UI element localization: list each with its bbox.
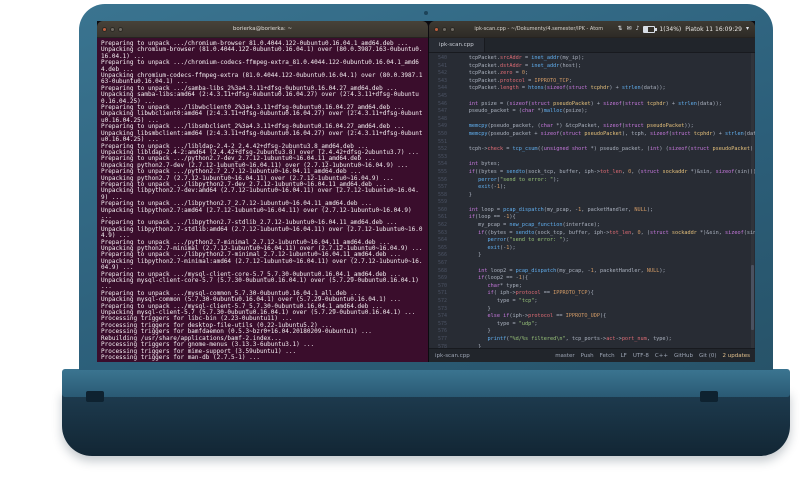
laptop-lid: borierka@borierka: ~ Preparing to unpack… <box>79 4 773 370</box>
laptop-foot-right <box>700 391 718 402</box>
terminal-body[interactable]: Preparing to unpack .../chromium-browser… <box>97 38 428 362</box>
battery-label[interactable]: 1(34%) <box>659 26 681 33</box>
terminal-window-buttons <box>97 26 128 32</box>
terminal-titlebar[interactable]: borierka@borierka: ~ <box>97 21 428 38</box>
editor[interactable]: 540 541 542 543 544 545 546 547 548 549 550 551 552 5… <box>429 53 755 348</box>
laptop-screen: borierka@borierka: ~ Preparing to unpack… <box>97 21 755 362</box>
git-fetch-button[interactable]: Fetch <box>600 353 615 359</box>
mail-icon[interactable]: ✉ <box>627 26 632 32</box>
status-file[interactable]: ipk-scan.cpp <box>435 353 470 359</box>
maximize-button[interactable] <box>118 26 123 32</box>
github-panel-button[interactable]: GitHub <box>674 353 693 359</box>
status-line-ending[interactable]: LF <box>621 353 627 359</box>
status-bar: ipk-scan.cpp master Push Fetch LF UTF-8 … <box>429 348 755 362</box>
terminal-window: borierka@borierka: ~ Preparing to unpack… <box>97 21 428 362</box>
git-push-button[interactable]: Push <box>581 353 594 359</box>
atom-window-buttons <box>429 26 460 32</box>
system-tray: ⇅ ✉ ♪ 1(34%) Piatok 11 16:09:29 ▾ <box>618 25 756 33</box>
close-button[interactable] <box>102 26 107 32</box>
editor-scrollbar[interactable] <box>751 53 754 348</box>
status-encoding[interactable]: UTF-8 <box>633 353 649 359</box>
close-button[interactable] <box>434 26 439 32</box>
webcam-icon <box>424 11 428 15</box>
atom-window: ipk-scan.cpp - ~/Dokumenty/4.semester/IP… <box>429 21 755 362</box>
atom-window-title: ipk-scan.cpp - ~/Dokumenty/4.semester/IP… <box>474 26 604 32</box>
volume-icon[interactable]: ♪ <box>636 26 640 32</box>
tab-label: ipk-scan.cpp <box>439 42 474 48</box>
laptop-foot-left <box>86 391 104 402</box>
clock[interactable]: Piatok 11 16:09:29 <box>685 26 742 33</box>
terminal-output: Preparing to unpack .../chromium-browser… <box>101 40 423 361</box>
status-grammar[interactable]: C++ <box>655 353 668 359</box>
tab-bar: ipk-scan.cpp <box>429 38 755 53</box>
scrollbar-thumb[interactable] <box>751 265 754 331</box>
git-branch[interactable]: master <box>555 353 574 359</box>
laptop-base <box>62 390 790 456</box>
network-icon[interactable]: ⇅ <box>618 26 623 32</box>
updates-badge[interactable]: 2 updates <box>723 353 751 359</box>
minimize-button[interactable] <box>442 26 447 32</box>
git-panel-button[interactable]: Git (0) <box>699 353 717 359</box>
laptop-keyboard-deck <box>62 369 790 397</box>
code-lines[interactable]: tcpPacket.srcAddr = inet_addr(my_ip); tc… <box>450 53 755 348</box>
battery-icon[interactable] <box>643 25 658 33</box>
tab-ipk-scan[interactable]: ipk-scan.cpp <box>429 38 485 52</box>
atom-titlebar[interactable]: ipk-scan.cpp - ~/Dokumenty/4.semester/IP… <box>429 21 755 38</box>
terminal-title: borierka@borierka: ~ <box>232 26 293 32</box>
laptop: borierka@borierka: ~ Preparing to unpack… <box>0 0 800 477</box>
maximize-button[interactable] <box>450 26 455 32</box>
session-menu-icon[interactable]: ▾ <box>746 26 749 32</box>
minimize-button[interactable] <box>110 26 115 32</box>
line-numbers: 540 541 542 543 544 545 546 547 548 549 550 551 552 5… <box>437 55 447 348</box>
